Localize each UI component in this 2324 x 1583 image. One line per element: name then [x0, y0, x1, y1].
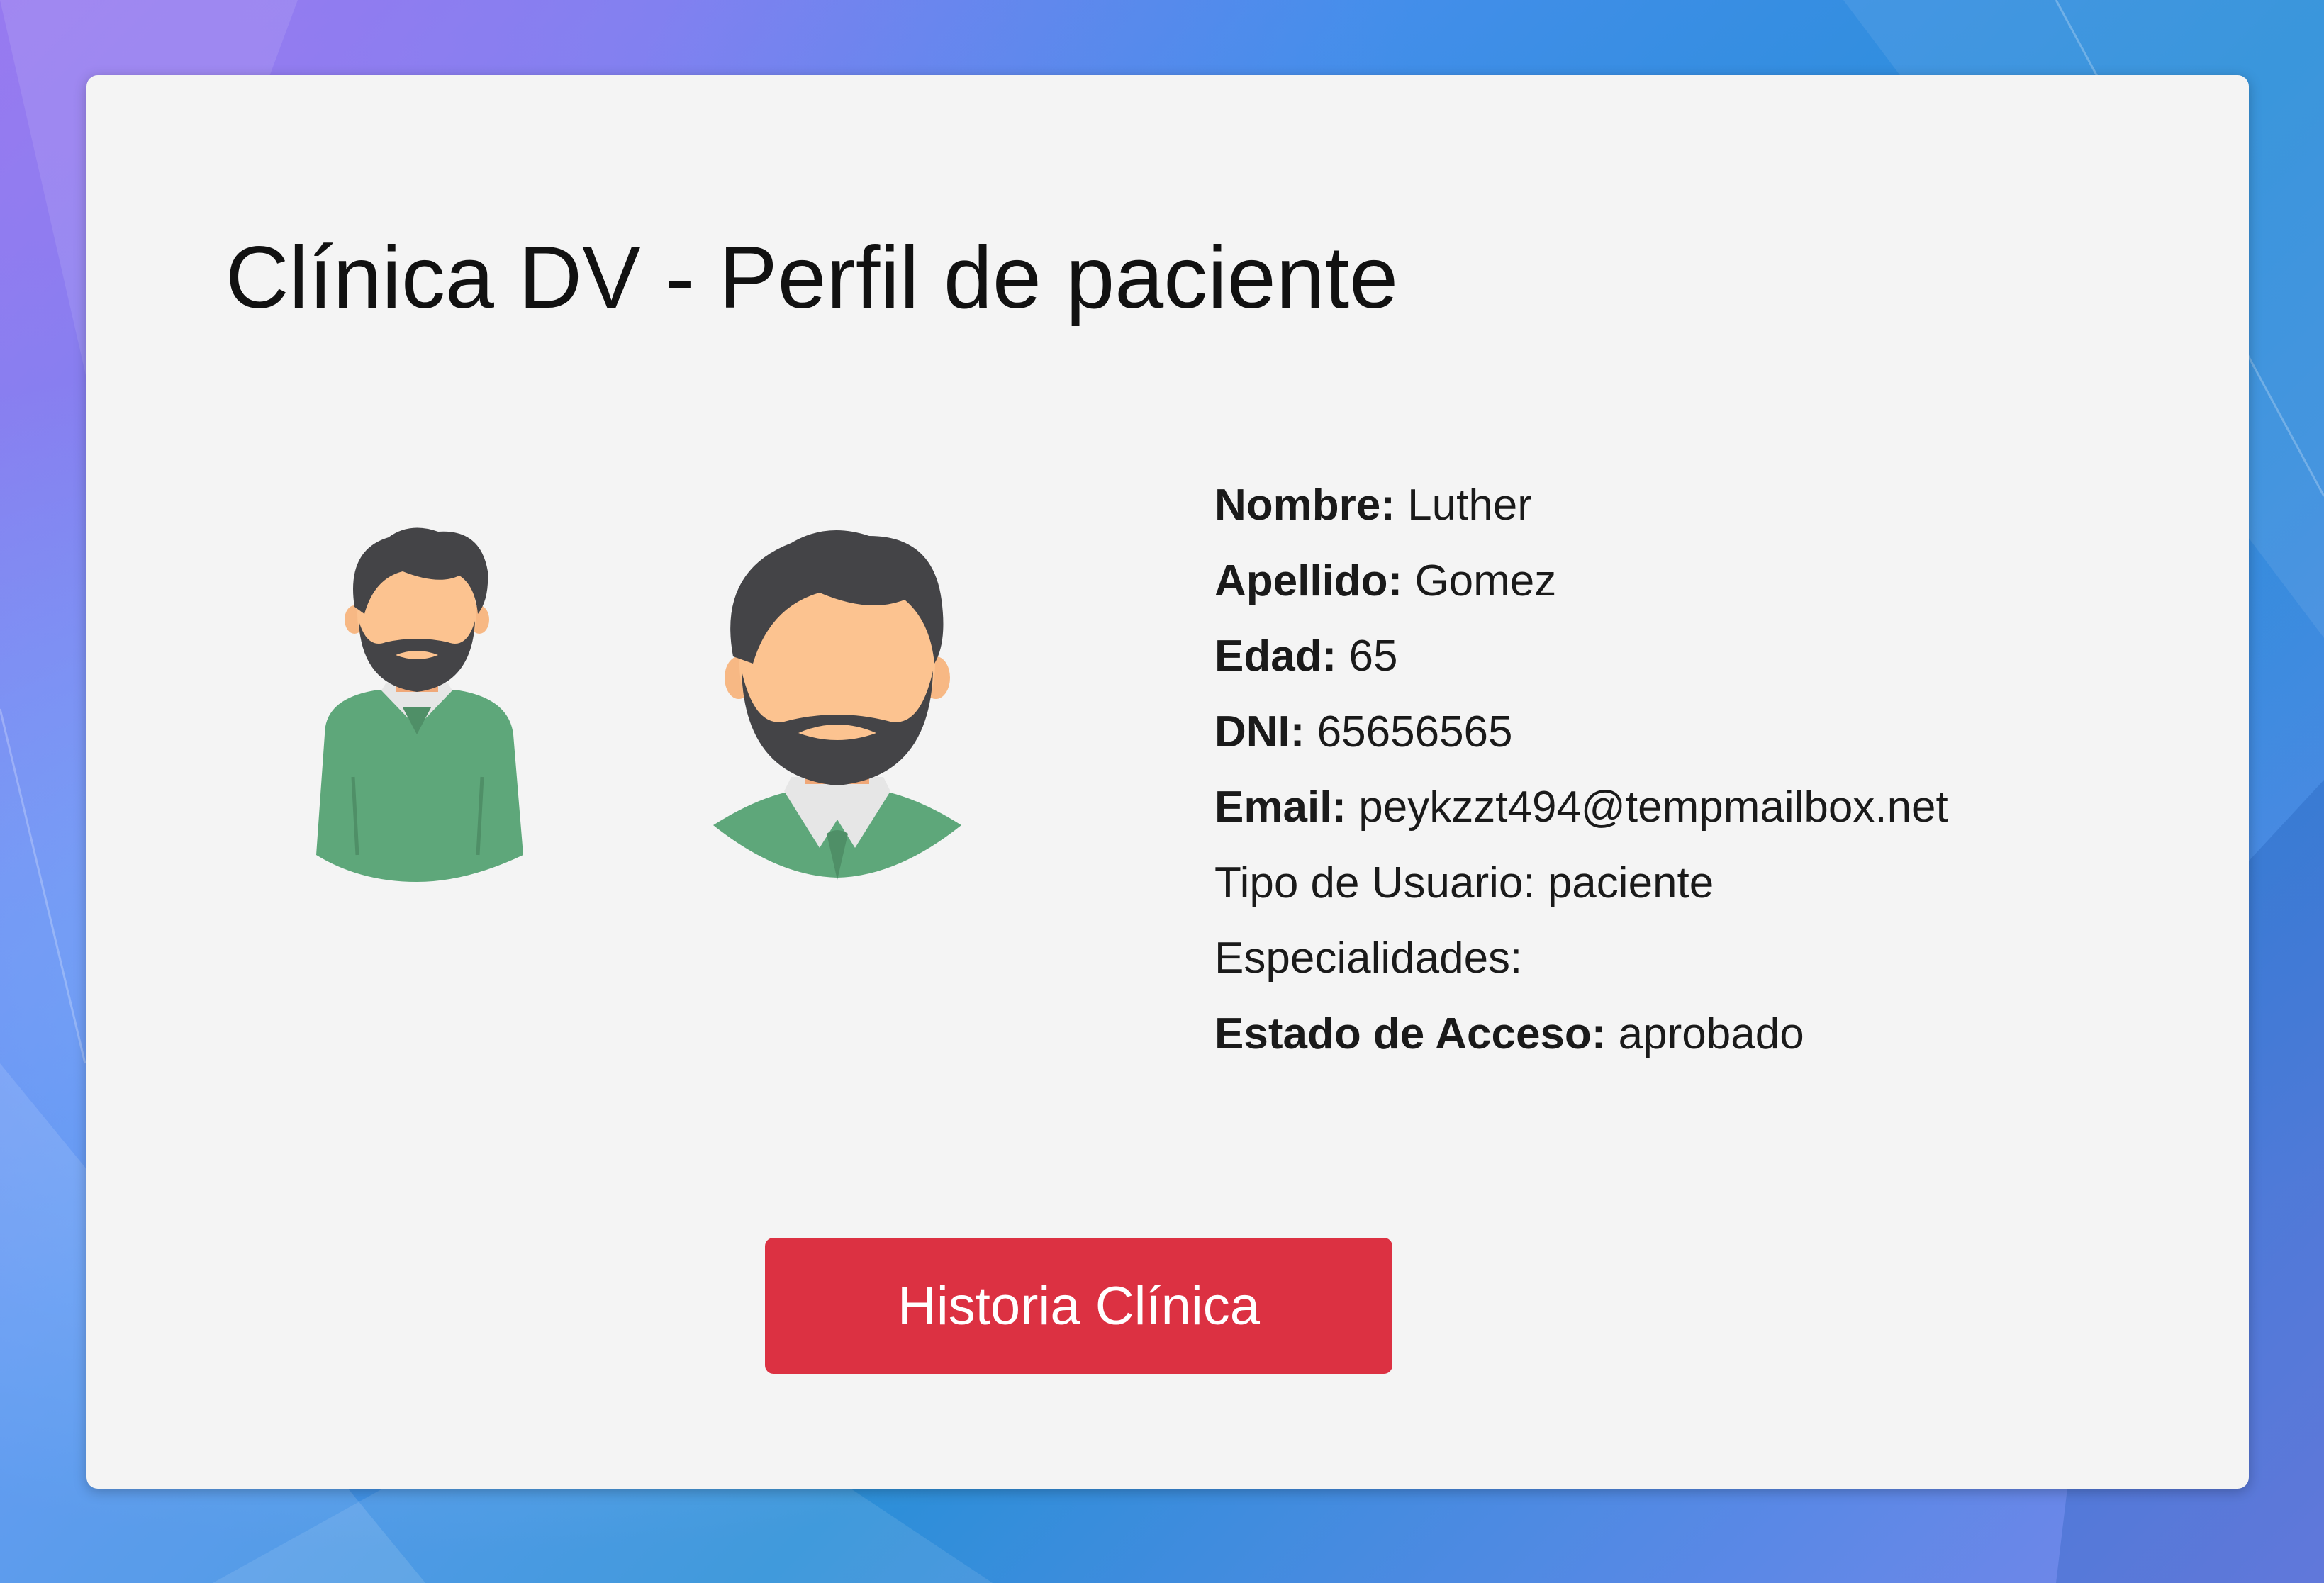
tipo-usuario-value: paciente	[1547, 858, 1714, 907]
edad-label: Edad:	[1214, 632, 1337, 681]
email-value: peykzzt494@tempmailbox.net	[1358, 783, 1948, 832]
nombre-value: Luther	[1407, 481, 1532, 530]
info-row-dni: DNI: 65656565	[1214, 695, 1948, 771]
info-row-nombre: Nombre: Luther	[1214, 468, 1948, 544]
edad-value: 65	[1348, 632, 1398, 681]
info-row-apellido: Apellido: Gomez	[1214, 544, 1948, 620]
info-row-estado-acceso: Estado de Acceso: aprobado	[1214, 997, 1948, 1073]
especialidades-label: Especialidades:	[1214, 934, 1523, 983]
estado-acceso-value: aprobado	[1618, 1009, 1804, 1058]
user-avatar-head-icon	[713, 530, 961, 880]
tipo-usuario-label: Tipo de Usuario:	[1214, 858, 1536, 907]
estado-acceso-label: Estado de Acceso:	[1214, 1009, 1607, 1058]
apellido-label: Apellido:	[1214, 556, 1403, 605]
historia-clinica-button[interactable]: Historia Clínica	[765, 1238, 1392, 1374]
patient-info: Nombre: Luther Apellido: Gomez Edad: 65 …	[1214, 468, 1948, 1072]
user-avatar-half-body-icon	[316, 527, 523, 882]
info-row-especialidades: Especialidades:	[1214, 921, 1948, 997]
info-row-tipo-usuario: Tipo de Usuario: paciente	[1214, 846, 1948, 922]
page-title: Clínica DV - Perfil de paciente	[225, 229, 1399, 327]
email-label: Email:	[1214, 783, 1347, 832]
nombre-label: Nombre:	[1214, 481, 1395, 530]
dni-value: 65656565	[1317, 707, 1513, 756]
apellido-value: Gomez	[1414, 556, 1557, 605]
info-row-email: Email: peykzzt494@tempmailbox.net	[1214, 770, 1948, 846]
dni-label: DNI:	[1214, 707, 1305, 756]
info-row-edad: Edad: 65	[1214, 619, 1948, 695]
